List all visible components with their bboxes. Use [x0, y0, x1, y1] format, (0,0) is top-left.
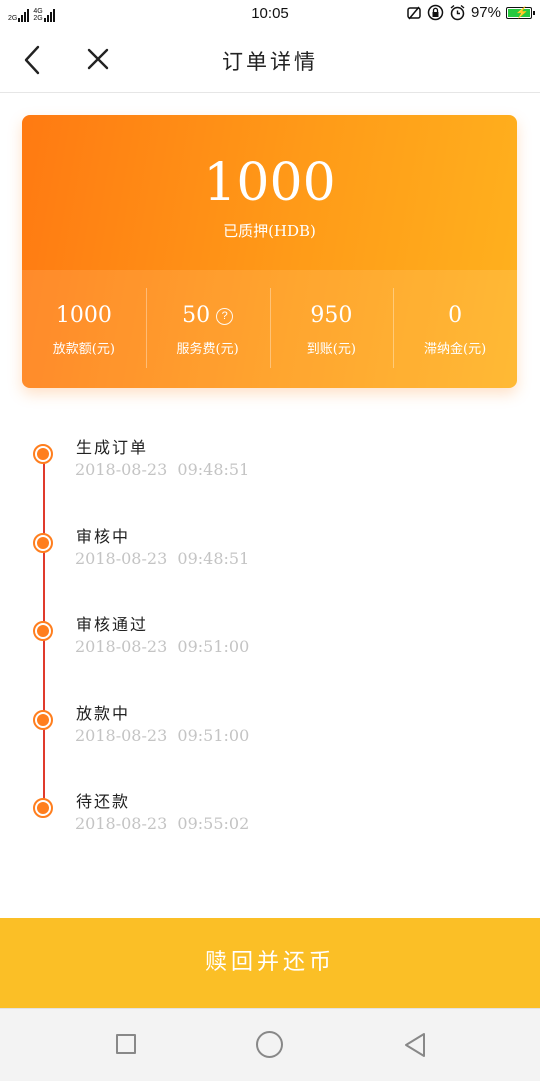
timeline-dot-icon: [33, 533, 53, 553]
timeline-item: 待还款 2018-08-23 09:55:02: [0, 782, 540, 852]
stat-label: 放款额(元): [52, 342, 115, 357]
order-timeline: 生成订单 2018-08-23 09:48:51 审核中 2018-08-23 …: [0, 420, 540, 840]
timeline-dot-icon: [33, 710, 53, 730]
timeline-title: 审核通过: [76, 615, 149, 634]
lock-rotation-icon: [427, 4, 444, 21]
pledge-summary: 1000 已质押(HDB): [22, 115, 517, 270]
page-header: 订单详情: [0, 28, 540, 93]
timeline-dot-icon: [33, 621, 53, 641]
status-bar: 2G 4G 2G 10:05 97% ⚡: [0, 0, 540, 28]
help-icon[interactable]: ?: [216, 307, 234, 325]
timeline-time: 2018-08-23 09:51:00: [75, 637, 250, 656]
stat-label: 服务费(元): [176, 342, 239, 357]
home-icon[interactable]: [256, 1031, 283, 1058]
pledged-amount-label: 已质押(HDB): [223, 222, 316, 240]
timeline-title: 生成订单: [76, 438, 149, 457]
timeline-time: 2018-08-23 09:55:02: [75, 814, 250, 833]
timeline-time: 2018-08-23 09:48:51: [75, 549, 250, 568]
redeem-and-repay-button[interactable]: 赎回并还币: [0, 918, 540, 1008]
timeline-time: 2018-08-23 09:51:00: [75, 726, 250, 745]
order-summary-card: 1000 已质押(HDB) 1000 放款额(元) 50? 服务费(元) 950…: [22, 115, 517, 388]
recent-apps-icon[interactable]: [116, 1034, 136, 1054]
pledged-amount: 1000: [203, 153, 336, 213]
timeline-title: 放款中: [76, 704, 131, 723]
battery-percent: 97%: [470, 4, 501, 21]
stat-value: 0: [448, 303, 463, 328]
stat-late-fee: 0 滞纳金(元): [393, 270, 517, 388]
timeline-title: 审核中: [76, 527, 131, 546]
stat-service-fee: 50? 服务费(元): [145, 270, 270, 388]
stat-label: 滞纳金(元): [424, 342, 487, 357]
timeline-item: 审核通过 2018-08-23 09:51:00: [0, 605, 540, 675]
timeline-time: 2018-08-23 09:48:51: [75, 460, 250, 479]
stats-row: 1000 放款额(元) 50? 服务费(元) 950 到账(元) 0 滞纳金(元…: [22, 270, 517, 388]
stat-received: 950 到账(元): [269, 270, 394, 388]
timeline-dot-icon: [33, 444, 53, 464]
stat-label: 到账(元): [306, 342, 356, 357]
timeline-item: 放款中 2018-08-23 09:51:00: [0, 694, 540, 764]
stat-value: 50: [182, 303, 211, 328]
timeline-dot-icon: [33, 798, 53, 818]
back-triangle-icon[interactable]: [402, 1031, 428, 1059]
alarm-clock-icon: [450, 4, 465, 21]
stat-loan-amount: 1000 放款额(元): [22, 270, 146, 388]
status-icons: 97% ⚡: [406, 4, 535, 21]
battery-icon: ⚡: [506, 6, 535, 19]
stat-value: 950: [310, 303, 353, 328]
system-nav-bar: [0, 1008, 540, 1081]
page-title: 订单详情: [222, 50, 318, 74]
timeline-title: 待还款: [76, 792, 131, 811]
alarm-off-icon: [407, 6, 421, 19]
timeline-item: 审核中 2018-08-23 09:48:51: [0, 517, 540, 587]
timeline-item: 生成订单 2018-08-23 09:48:51: [0, 428, 540, 498]
stat-value: 1000: [55, 303, 112, 328]
